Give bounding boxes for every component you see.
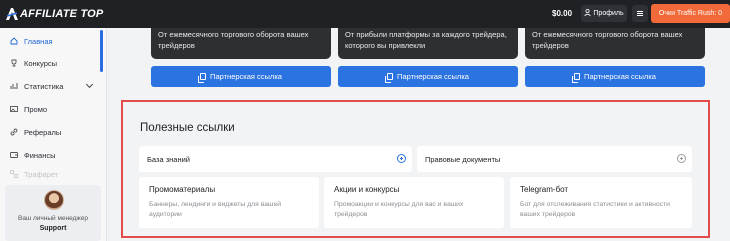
accordion-label: База знаний bbox=[147, 154, 190, 164]
sidebar: Главная Конкурсы Статистика Промо Рефера… bbox=[0, 28, 107, 241]
commission-card: От прибыли платформы за каждого трейдера… bbox=[338, 28, 518, 90]
manager-card: Ваш личный менеджер Support bbox=[5, 185, 101, 241]
sidebar-item-more[interactable]: Трафарет bbox=[0, 167, 100, 181]
top-bar: AFFILIATE TOP $0.00 Профиль Очки Traffic… bbox=[0, 0, 730, 28]
link-card-description: Баннеры, лендинги и виджеты для вашей ау… bbox=[149, 201, 282, 218]
partner-link-button[interactable]: Партнерская ссылка bbox=[151, 66, 331, 87]
sidebar-item-label: Рефералы bbox=[24, 127, 62, 137]
link-card-title: Промоматериалы bbox=[149, 185, 216, 194]
sidebar-item-label: Статистика bbox=[24, 81, 64, 91]
sidebar-item-referrals[interactable]: Рефералы bbox=[0, 121, 100, 143]
link-card-promo[interactable]: Промоматериалы Баннеры, лендинги и видже… bbox=[139, 177, 319, 228]
accordion-label: Правовые документы bbox=[425, 154, 501, 164]
section-title: Полезные ссылки bbox=[140, 122, 235, 134]
sidebar-item-label: Финансы bbox=[24, 150, 56, 160]
manager-label: Ваш личный менеджер bbox=[18, 215, 88, 222]
copy-icon bbox=[385, 73, 394, 83]
home-icon bbox=[10, 37, 18, 45]
sidebar-item-label: Главная bbox=[24, 36, 53, 46]
card-description: От ежемесячного торгового оборота вашех … bbox=[525, 28, 705, 59]
user-icon bbox=[584, 8, 592, 18]
partner-link-button[interactable]: Партнерская ссылка bbox=[525, 66, 705, 87]
commission-card: От ежемесячного торгового оборота вашех … bbox=[151, 28, 331, 90]
sidebar-item-home[interactable]: Главная bbox=[0, 30, 100, 52]
sidebar-item-label: Конкурсы bbox=[24, 58, 58, 68]
sidebar-item-finance[interactable]: Финансы bbox=[0, 144, 100, 166]
partner-link-button[interactable]: Партнерская ссылка bbox=[338, 66, 518, 87]
link-card-promotions[interactable]: Акции и конкурсы Промоакции и конкурсы д… bbox=[324, 177, 504, 228]
link-card-description: Промоакции и конкурсы для вас и ваших тр… bbox=[334, 201, 464, 218]
grid-icon bbox=[10, 170, 18, 178]
button-label: Партнерская ссылка bbox=[397, 72, 469, 81]
image-icon bbox=[10, 105, 18, 113]
logo-text: AFFILIATE TOP bbox=[20, 8, 104, 20]
link-card-title: Акции и конкурсы bbox=[334, 185, 400, 194]
link-card-description: Бот для отслеживания статистики и активн… bbox=[520, 201, 670, 218]
balance: $0.00 bbox=[552, 9, 573, 18]
sidebar-item-statistics[interactable]: Статистика bbox=[0, 75, 100, 97]
menu-button[interactable] bbox=[632, 5, 648, 22]
profile-button[interactable]: Профиль bbox=[581, 5, 627, 22]
card-description: От ежемесячного торгового оборота вашех … bbox=[151, 28, 331, 59]
accordion-knowledge-base[interactable]: База знаний bbox=[139, 146, 412, 172]
copy-icon bbox=[198, 73, 207, 83]
manager-name[interactable]: Support bbox=[5, 225, 101, 232]
chevron-down-icon bbox=[85, 80, 94, 89]
expand-icon[interactable] bbox=[677, 154, 686, 163]
commission-card: От ежемесячного торгового оборота вашех … bbox=[525, 28, 705, 90]
trophy-icon bbox=[10, 59, 18, 67]
accordion-legal-documents[interactable]: Правовые документы bbox=[417, 146, 692, 172]
profile-label: Профиль bbox=[593, 10, 624, 17]
wallet-icon bbox=[10, 151, 18, 159]
chart-icon bbox=[10, 82, 18, 90]
link-card-title: Telegram-бот bbox=[520, 185, 569, 194]
link-icon bbox=[10, 128, 18, 136]
copy-icon bbox=[572, 73, 581, 83]
avatar bbox=[44, 190, 64, 210]
link-card-telegram-bot[interactable]: Telegram-бот Бот для отслеживания статис… bbox=[510, 177, 692, 228]
logo-icon bbox=[5, 7, 19, 21]
sidebar-item-contests[interactable]: Конкурсы bbox=[0, 52, 100, 74]
sidebar-scrollbar[interactable] bbox=[100, 30, 103, 72]
sidebar-item-promo[interactable]: Промо bbox=[0, 98, 100, 120]
logo[interactable]: AFFILIATE TOP bbox=[5, 6, 103, 22]
card-description: От прибыли платформы за каждого трейдера… bbox=[338, 28, 518, 59]
traffic-rush-button[interactable]: Очки Traffic Rush: 0 bbox=[651, 4, 730, 23]
button-label: Партнерская ссылка bbox=[584, 72, 656, 81]
sidebar-item-label: Промо bbox=[24, 104, 48, 114]
sidebar-item-label: Трафарет bbox=[24, 169, 59, 179]
button-label: Партнерская ссылка bbox=[210, 72, 282, 81]
expand-icon[interactable] bbox=[397, 154, 406, 163]
menu-icon bbox=[637, 11, 643, 16]
